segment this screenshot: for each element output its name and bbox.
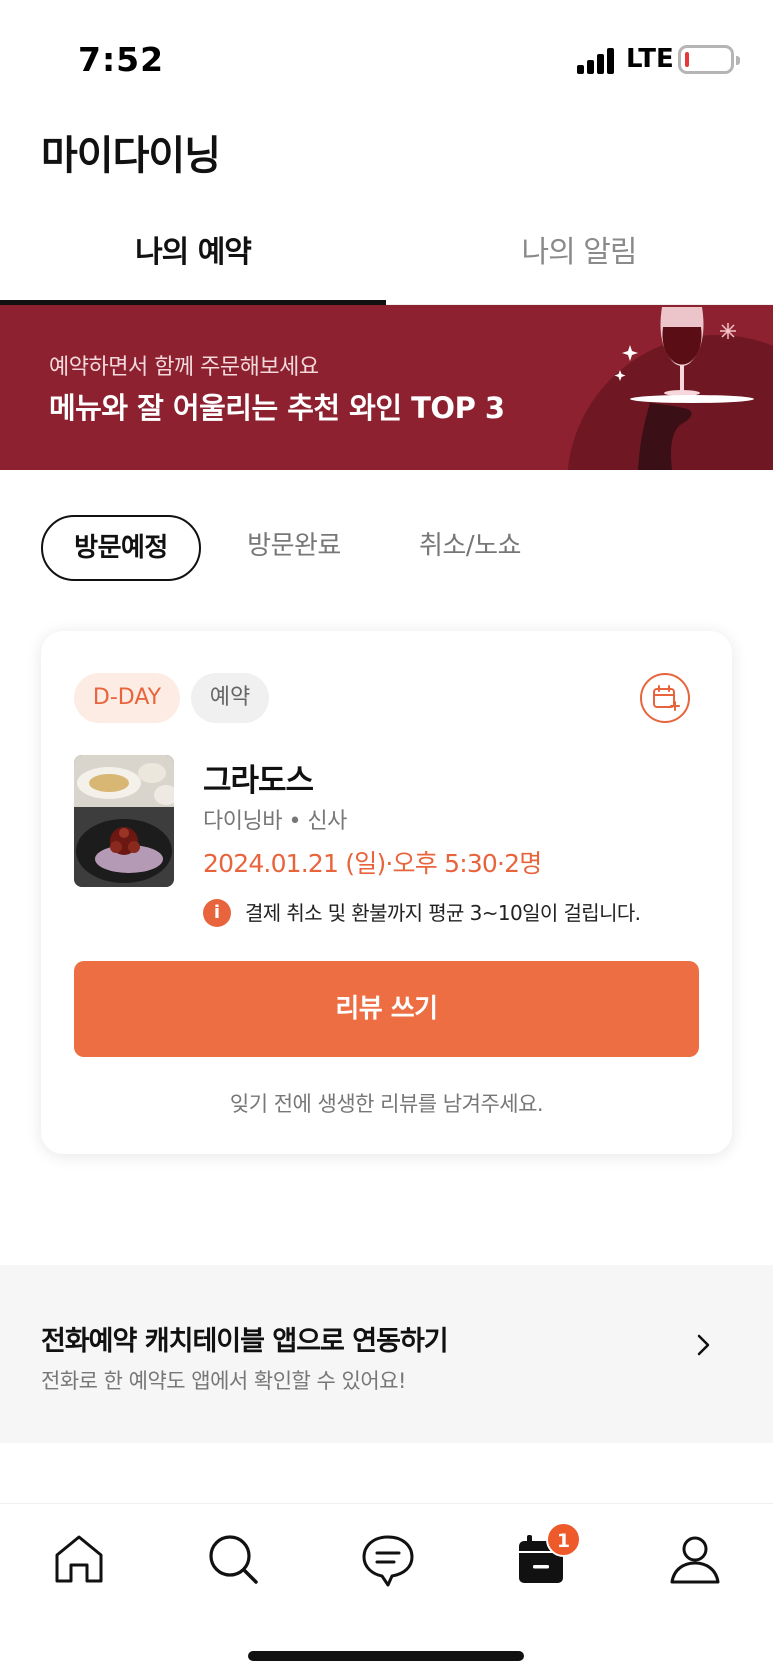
page-title: 마이다이닝 (41, 133, 221, 179)
restaurant-name[interactable]: 그라도스 (203, 755, 314, 800)
filter-visited[interactable]: 방문완료 (224, 515, 364, 581)
link-subtitle: 전화로 한 예약도 앱에서 확인할 수 있어요! (41, 1369, 406, 1393)
status-time: 7:52 (78, 40, 165, 79)
tab-my-notifications[interactable]: 나의 알림 (386, 210, 772, 305)
banner-subtitle: 예약하면서 함께 주문해보세요 (49, 355, 319, 380)
signal-icon (577, 46, 617, 74)
status-bar: 7:52 LTE (0, 0, 773, 110)
nav-home[interactable] (49, 1529, 109, 1589)
reservation-datetime: 2024.01.21 (일)·오후 5:30·2명 (203, 849, 542, 878)
filter-upcoming[interactable]: 방문예정 (41, 515, 201, 581)
search-icon (209, 1535, 258, 1584)
write-review-button[interactable]: 리뷰 쓰기 (74, 961, 699, 1057)
refund-notice: 결제 취소 및 환불까지 평균 3~10일이 걸립니다. (245, 901, 641, 925)
status-badge: 예약 (191, 673, 269, 723)
nav-chat[interactable] (358, 1529, 418, 1589)
nav-profile[interactable] (665, 1529, 725, 1589)
restaurant-category: 다이닝바 • 신사 (203, 809, 347, 834)
tab-my-reservations[interactable]: 나의 예약 (0, 210, 386, 305)
wine-tray-illustration (614, 307, 754, 470)
battery-icon (678, 45, 740, 74)
wine-promo-banner[interactable]: 예약하면서 함께 주문해보세요 메뉴와 잘 어울리는 추천 와인 TOP 3 (0, 305, 773, 470)
nav-search[interactable] (203, 1529, 263, 1589)
home-indicator (248, 1651, 524, 1661)
bottom-navigation: 1 (0, 1503, 773, 1674)
link-title: 전화예약 캐치테이블 앱으로 연동하기 (41, 1326, 449, 1357)
calendar-add-icon (653, 685, 680, 711)
restaurant-photo[interactable] (74, 755, 174, 887)
chevron-right-icon (697, 1334, 710, 1356)
top-tabs: 나의 예약 나의 알림 (0, 210, 773, 305)
profile-icon (670, 1536, 720, 1584)
network-label: LTE (626, 44, 674, 74)
notification-badge: 1 (546, 1522, 581, 1557)
home-icon (55, 1535, 103, 1583)
info-icon: i (203, 899, 231, 927)
phone-reservation-link[interactable]: 전화예약 캐치테이블 앱으로 연동하기 전화로 한 예약도 앱에서 확인할 수 … (0, 1265, 773, 1443)
dday-badge: D-DAY (74, 673, 180, 723)
filter-cancelled[interactable]: 취소/노쇼 (400, 515, 540, 581)
chat-icon (362, 1535, 414, 1587)
add-to-calendar-button[interactable] (640, 673, 690, 723)
reservation-card[interactable]: D-DAY 예약 그라도스 다이닝바 • 신사 2024.01.21 (일)·오… (41, 631, 732, 1154)
review-hint: 잊기 전에 생생한 리뷰를 남겨주세요. (229, 1092, 544, 1116)
banner-title: 메뉴와 잘 어울리는 추천 와인 TOP 3 (49, 391, 505, 425)
